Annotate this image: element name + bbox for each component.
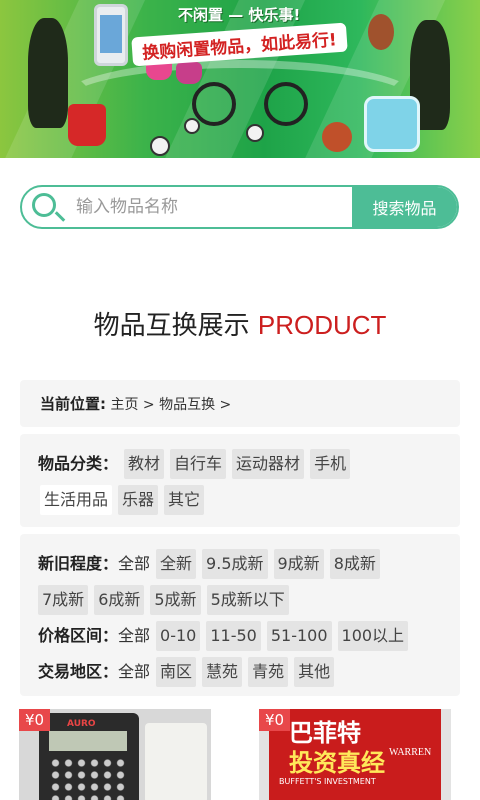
search-input[interactable]	[74, 187, 352, 227]
area-all[interactable]: 全部	[118, 657, 150, 687]
condition-filter: 新旧程度： 全部 全新 9.5成新 9成新 8成新 7成新 6成新 5成新 5成…	[38, 546, 442, 618]
price-badge: ¥0	[19, 709, 51, 731]
filters-panel: 新旧程度： 全部 全新 9.5成新 9成新 8成新 7成新 6成新 5成新 5成…	[20, 534, 460, 696]
calculator-image: AURO	[39, 713, 139, 800]
calculator-brand: AURO	[67, 719, 96, 729]
condition-tag[interactable]: 全新	[156, 549, 197, 579]
price-filter: 价格区间： 全部 0-10 11-50 51-100 100以上	[38, 618, 442, 654]
area-tag[interactable]: 其他	[294, 657, 335, 687]
area-tag[interactable]: 青苑	[248, 657, 289, 687]
red-bag-image	[68, 104, 106, 146]
section-title-en: PRODUCT	[257, 310, 387, 340]
category-tag[interactable]: 生活用品	[40, 485, 113, 515]
section-title-cn: 物品互换展示	[93, 311, 250, 341]
price-tag[interactable]: 51-100	[266, 621, 332, 651]
book-overlay-text: WARREN	[389, 747, 432, 758]
search-bar: 搜索物品	[20, 185, 459, 229]
category-tag[interactable]: 教材	[124, 449, 165, 479]
condition-tag[interactable]: 9成新	[273, 549, 324, 579]
condition-tag[interactable]: 5成新以下	[206, 585, 289, 615]
price-badge: ¥0	[259, 709, 291, 731]
phone-image	[94, 4, 128, 66]
basketball-image	[322, 122, 352, 152]
category-tag[interactable]: 手机	[310, 449, 351, 479]
category-label: 物品分类：	[38, 454, 119, 473]
price-all[interactable]: 全部	[118, 621, 150, 651]
search-button[interactable]: 搜索物品	[352, 187, 457, 227]
breadcrumb-label: 当前位置:	[40, 395, 106, 413]
jumping-person-left	[28, 18, 68, 128]
condition-label: 新旧程度：	[38, 554, 119, 573]
breadcrumb-path[interactable]: 主页 > 物品互换 >	[110, 397, 231, 413]
section-title: 物品互换展示 PRODUCT	[0, 305, 480, 342]
area-tag[interactable]: 南区	[156, 657, 197, 687]
price-tag[interactable]: 11-50	[206, 621, 261, 651]
product-card[interactable]: ¥0 AURO	[19, 709, 211, 800]
soccer-ball-image	[246, 124, 264, 142]
book-subtitle: BUFFETT'S INVESTMENT	[279, 777, 376, 786]
book-cover-image: 巴菲特 投资真经 WARREN BUFFETT'S INVESTMENT	[269, 709, 441, 800]
breadcrumb: 当前位置: 主页 > 物品互换 >	[20, 380, 460, 427]
category-tag[interactable]: 其它	[164, 485, 205, 515]
condition-tag[interactable]: 7成新	[38, 585, 89, 615]
category-filter: 物品分类： 教材 自行车 运动器材 手机 生活用品 乐器 其它	[20, 434, 460, 527]
area-label: 交易地区：	[38, 662, 119, 681]
price-tag[interactable]: 0-10	[156, 621, 201, 651]
price-tag[interactable]: 100以上	[337, 621, 409, 651]
guitar-image	[368, 14, 394, 50]
soccer-ball-image	[150, 136, 170, 156]
soccer-ball-image	[184, 118, 200, 134]
category-tag[interactable]: 自行车	[170, 449, 227, 479]
condition-tag[interactable]: 8成新	[329, 549, 380, 579]
area-tag[interactable]: 慧苑	[202, 657, 243, 687]
price-label: 价格区间：	[38, 626, 119, 645]
condition-all[interactable]: 全部	[118, 549, 150, 579]
banner-slogan: 不闲置 — 快乐事!	[178, 6, 301, 24]
book-title-line2: 投资真经	[289, 749, 385, 777]
paper-image	[145, 723, 207, 800]
condition-tag[interactable]: 9.5成新	[202, 549, 268, 579]
product-card[interactable]: 巴菲特 投资真经 WARREN BUFFETT'S INVESTMENT ¥0	[259, 709, 451, 800]
category-tag[interactable]: 运动器材	[232, 449, 305, 479]
search-icon	[22, 187, 74, 227]
condition-tag[interactable]: 6成新	[94, 585, 145, 615]
promo-banner[interactable]: 不闲置 — 快乐事! 换购闲置物品，如此易行!	[0, 0, 480, 158]
bicycle-image	[192, 72, 312, 128]
fan-image	[364, 96, 420, 152]
category-tag[interactable]: 乐器	[118, 485, 159, 515]
condition-tag[interactable]: 5成新	[150, 585, 201, 615]
area-filter: 交易地区： 全部 南区 慧苑 青苑 其他	[38, 654, 442, 690]
